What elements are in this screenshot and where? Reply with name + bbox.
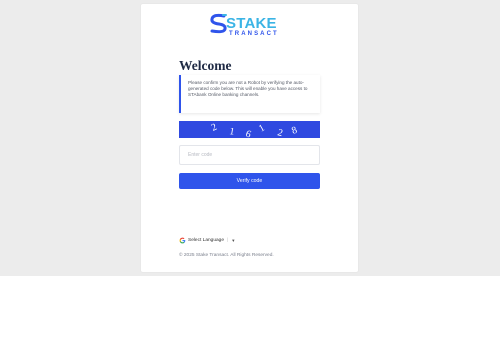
captcha-char: 8 — [290, 125, 298, 137]
language-selector[interactable]: Select Language | ▼ — [179, 237, 235, 244]
captcha-char: 1 — [257, 123, 267, 135]
robot-check-notice: Please confirm you are not a Robot by ve… — [179, 75, 320, 113]
language-separator: | — [227, 238, 229, 243]
brand-line2: TRANSACT — [229, 31, 279, 37]
brand-logo: STAKE TRANSACT — [209, 11, 293, 37]
language-label: Select Language — [188, 238, 225, 243]
captcha-code-input[interactable] — [179, 145, 320, 165]
verify-code-button[interactable]: Verify code — [179, 173, 320, 189]
captcha-image: 216128 — [179, 121, 320, 138]
copyright-footer: © 2025 Stake Transact. All Rights Reserv… — [179, 253, 274, 258]
welcome-heading: Welcome — [179, 58, 232, 73]
captcha-char: 1 — [228, 126, 235, 138]
login-card: STAKE TRANSACT Welcome Please confirm yo… — [141, 4, 358, 272]
stake-transact-logo: STAKE TRANSACT — [210, 13, 279, 37]
chevron-down-icon: ▼ — [231, 238, 236, 243]
captcha-code: 216128 — [210, 122, 299, 138]
captcha-char: 2 — [210, 122, 219, 134]
google-icon — [179, 237, 186, 244]
brand-line1: STAKE — [226, 15, 277, 32]
captcha-char: 2 — [276, 127, 284, 138]
captcha-char: 6 — [244, 128, 252, 138]
